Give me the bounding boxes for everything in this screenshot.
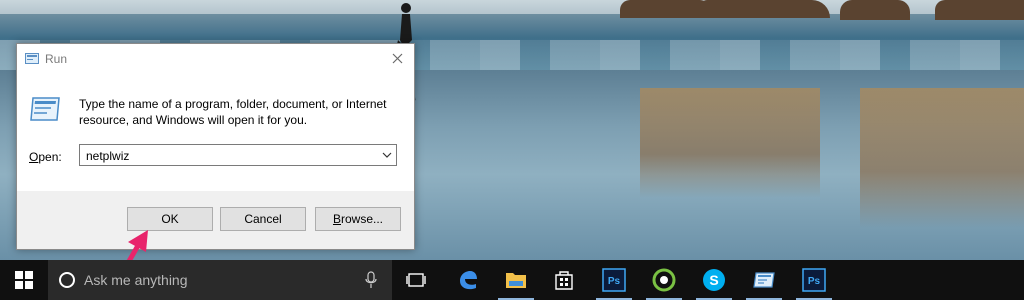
cortana-search-box[interactable]: Ask me anything bbox=[48, 260, 392, 300]
store-bag-icon bbox=[555, 271, 573, 290]
taskbar-greenshot[interactable] bbox=[640, 260, 688, 300]
run-app-icon bbox=[25, 53, 39, 64]
start-button[interactable] bbox=[0, 260, 48, 300]
task-view-icon bbox=[406, 273, 426, 287]
taskbar-file-explorer[interactable] bbox=[492, 260, 540, 300]
open-label-text: pen: bbox=[38, 150, 62, 164]
open-label: Open: bbox=[29, 150, 62, 164]
open-label-hotkey: O bbox=[29, 150, 39, 164]
wallpaper-reflection bbox=[860, 88, 1024, 228]
greenshot-icon bbox=[652, 268, 676, 292]
taskbar-photoshop-2[interactable]: Ps bbox=[790, 260, 838, 300]
close-icon bbox=[392, 53, 402, 64]
cortana-icon bbox=[59, 272, 75, 288]
dialog-title: Run bbox=[45, 52, 68, 66]
open-combobox[interactable]: netplwiz bbox=[79, 144, 397, 166]
photoshop-icon: Ps bbox=[802, 268, 826, 292]
browse-label: rowse... bbox=[341, 212, 384, 226]
chevron-down-icon[interactable] bbox=[380, 148, 394, 162]
taskbar-edge[interactable] bbox=[444, 260, 492, 300]
taskbar-skype[interactable]: S bbox=[690, 260, 738, 300]
cancel-button[interactable]: Cancel bbox=[220, 207, 306, 231]
wallpaper-rock bbox=[700, 0, 830, 18]
taskbar: Ask me anything Ps S Ps bbox=[0, 260, 1024, 300]
skype-icon: S bbox=[703, 269, 725, 291]
dialog-description: Type the name of a program, folder, docu… bbox=[79, 97, 387, 127]
windows-logo-icon bbox=[15, 271, 33, 289]
svg-text:S: S bbox=[709, 272, 718, 288]
microphone-icon[interactable] bbox=[364, 271, 378, 289]
browse-hotkey: B bbox=[332, 212, 341, 226]
photoshop-icon: Ps bbox=[602, 268, 626, 292]
task-view-button[interactable] bbox=[392, 260, 440, 300]
wallpaper-rock bbox=[935, 0, 1024, 20]
taskbar-store[interactable] bbox=[540, 260, 588, 300]
browse-button[interactable]: Browse... bbox=[315, 207, 401, 231]
wallpaper-rock bbox=[620, 0, 710, 18]
dialog-titlebar[interactable]: Run bbox=[17, 44, 414, 74]
wallpaper-rock bbox=[840, 0, 910, 20]
svg-text:Ps: Ps bbox=[608, 276, 621, 287]
run-dialog: Run Type the name of a program, folder, … bbox=[16, 43, 415, 250]
wallpaper-reflection bbox=[640, 88, 820, 198]
open-input[interactable]: netplwiz bbox=[86, 149, 129, 163]
taskbar-remote-desktop[interactable] bbox=[740, 260, 788, 300]
run-icon bbox=[30, 97, 60, 121]
folder-icon bbox=[506, 273, 526, 288]
edge-icon bbox=[460, 271, 477, 290]
svg-text:Ps: Ps bbox=[808, 276, 821, 287]
taskbar-photoshop[interactable]: Ps bbox=[590, 260, 638, 300]
close-button[interactable] bbox=[384, 48, 410, 70]
search-input[interactable]: Ask me anything bbox=[84, 272, 188, 288]
remote-desktop-icon bbox=[753, 272, 775, 288]
